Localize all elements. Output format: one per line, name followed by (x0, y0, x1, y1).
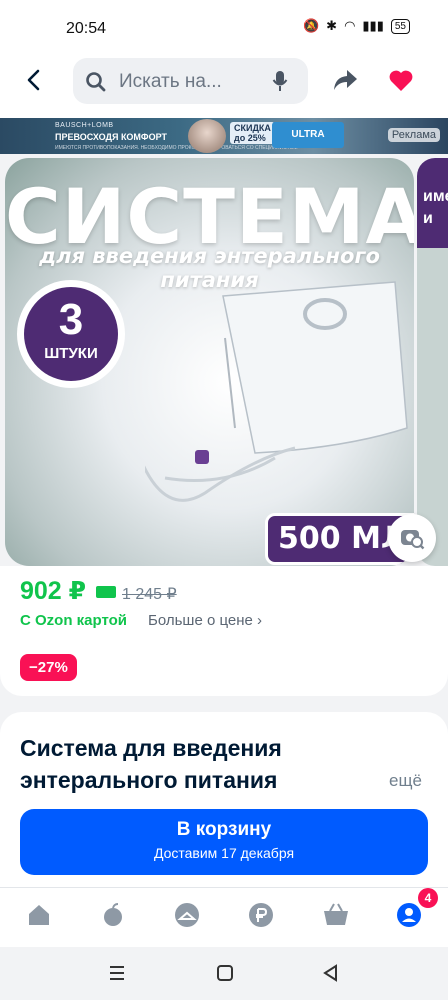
ad-model-image (188, 119, 226, 153)
bluetooth-icon: ✱ (326, 18, 338, 33)
mute-icon: 🔕 (302, 18, 320, 33)
current-price: 902 ₽ (20, 577, 87, 605)
favorite-heart-icon[interactable] (388, 69, 414, 93)
status-time: 20:54 (66, 20, 107, 37)
product-image[interactable]: СИСТЕМА для введения энтерального питани… (5, 158, 414, 566)
status-icons: 🔕 ✱ ◠ ▮▮▮ 55 (303, 18, 410, 34)
chevron-right-icon: › (257, 612, 263, 629)
image-search-icon (401, 530, 425, 550)
ad-headline: ПРЕВОСХОДЯ КОМФОРТ (55, 132, 167, 142)
old-price: 1 245 ₽ (122, 586, 177, 603)
fresh-apple-icon[interactable] (100, 902, 126, 928)
search-header: Искать на... (0, 56, 448, 118)
search-input[interactable]: Искать на... (73, 58, 308, 104)
search-placeholder: Искать на... (119, 71, 222, 92)
status-bar: 20:54 🔕 ✱ ◠ ▮▮▮ 55 (0, 0, 448, 56)
expand-title-link[interactable]: ещё (389, 771, 422, 791)
price-details-link[interactable]: Больше о цене › (148, 612, 262, 629)
ad-banner[interactable]: BAUSCH+LOMB ПРЕВОСХОДЯ КОМФОРТ ИМЕЮТСЯ П… (0, 118, 448, 154)
delivery-date: Доставим 17 декабря (153, 845, 295, 861)
product-info-card: Система для введения энтерального питани… (0, 712, 448, 887)
ad-fine-print: ИМЕЮТСЯ ПРОТИВОПОКАЗАНИЯ. НЕОБХОДИМО ПРО… (55, 145, 298, 151)
next-image-preview[interactable]: име и (417, 158, 448, 566)
add-to-cart-button[interactable]: В корзину Доставим 17 декабря (20, 809, 428, 875)
home-square-icon[interactable] (216, 964, 234, 982)
ad-tag[interactable]: Реклама (387, 128, 440, 142)
cart-label: В корзину (176, 819, 272, 840)
share-icon[interactable] (332, 68, 358, 92)
quantity-badge: 3 ШТУКИ (17, 280, 125, 388)
back-arrow-icon[interactable] (22, 68, 46, 92)
ad-discount: СКИДКА до 25% (230, 122, 275, 144)
battery-icon: 55 (390, 18, 410, 34)
price-card: 902 ₽ 1 245 ₽ С Ozon картой Больше о цен… (0, 566, 448, 696)
recent-apps-icon[interactable] (108, 965, 126, 981)
catalog-hanger-icon[interactable] (174, 902, 200, 928)
image-search-button[interactable] (388, 514, 436, 562)
finance-ruble-icon[interactable] (248, 902, 274, 928)
signal-icon: ▮▮▮ (362, 18, 384, 33)
search-icon (86, 72, 106, 92)
profile-notification-badge: 4 (418, 888, 438, 908)
ozon-card-icon (96, 586, 116, 598)
product-title: Система для введения энтерального питани… (20, 735, 282, 793)
discount-badge: −27% (20, 654, 77, 681)
home-icon[interactable] (26, 902, 52, 928)
cart-basket-icon[interactable] (322, 902, 350, 928)
ad-brand: BAUSCH+LOMB (55, 122, 114, 129)
ad-product: ULTRA (272, 122, 344, 148)
feeding-set-picture (145, 281, 408, 502)
wifi-icon: ◠ (344, 18, 356, 33)
profile-icon[interactable] (396, 902, 422, 928)
system-navigation-bar (0, 947, 448, 1000)
microphone-icon[interactable] (272, 70, 288, 92)
ozon-card-label: С Ozon картой (20, 612, 128, 629)
back-triangle-icon[interactable] (322, 964, 340, 982)
bottom-navigation (0, 887, 448, 947)
